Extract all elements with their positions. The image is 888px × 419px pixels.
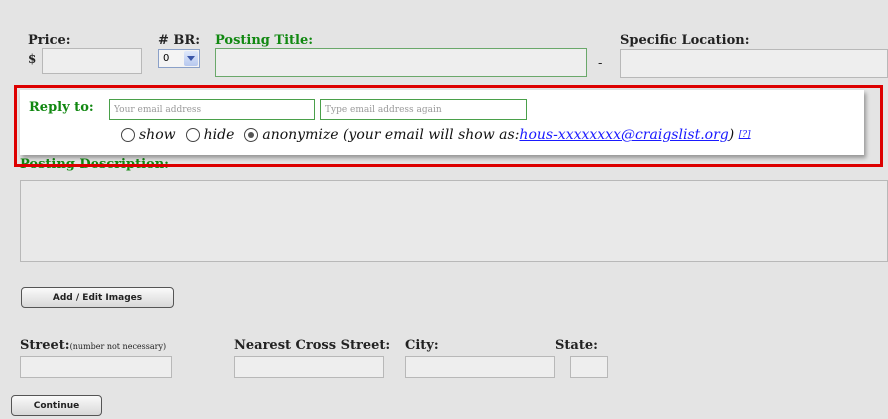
posting-description-textarea[interactable]	[20, 180, 888, 262]
highlight-box	[14, 85, 883, 167]
state-input[interactable]	[570, 356, 608, 378]
specific-location-label: Specific Location:	[620, 33, 750, 48]
price-label: Price:	[28, 33, 71, 48]
continue-button[interactable]: Continue	[11, 395, 102, 416]
street-label: Street:(number not necessary)	[20, 338, 166, 353]
posting-title-input[interactable]	[215, 48, 587, 77]
bedrooms-selected-value: 0	[163, 53, 170, 64]
title-location-separator: -	[598, 56, 603, 71]
add-edit-images-button[interactable]: Add / Edit Images	[21, 287, 174, 308]
posting-title-label: Posting Title:	[215, 33, 314, 48]
street-label-text: Street:	[20, 338, 70, 353]
currency-symbol: $	[28, 52, 37, 66]
price-input[interactable]	[42, 48, 142, 74]
street-note: (number not necessary)	[69, 342, 167, 351]
cross-street-label: Nearest Cross Street:	[234, 338, 391, 353]
city-input[interactable]	[405, 356, 555, 378]
street-input[interactable]	[20, 356, 172, 378]
posting-form: Price: $ # BR: 0 Posting Title: - Specif…	[0, 0, 888, 419]
city-label: City:	[405, 338, 439, 353]
bedrooms-select[interactable]: 0	[158, 49, 200, 68]
specific-location-input[interactable]	[620, 49, 888, 78]
chevron-down-icon	[184, 51, 198, 66]
bedrooms-label: # BR:	[158, 33, 201, 48]
cross-street-input[interactable]	[234, 356, 384, 378]
state-label: State:	[555, 338, 598, 353]
